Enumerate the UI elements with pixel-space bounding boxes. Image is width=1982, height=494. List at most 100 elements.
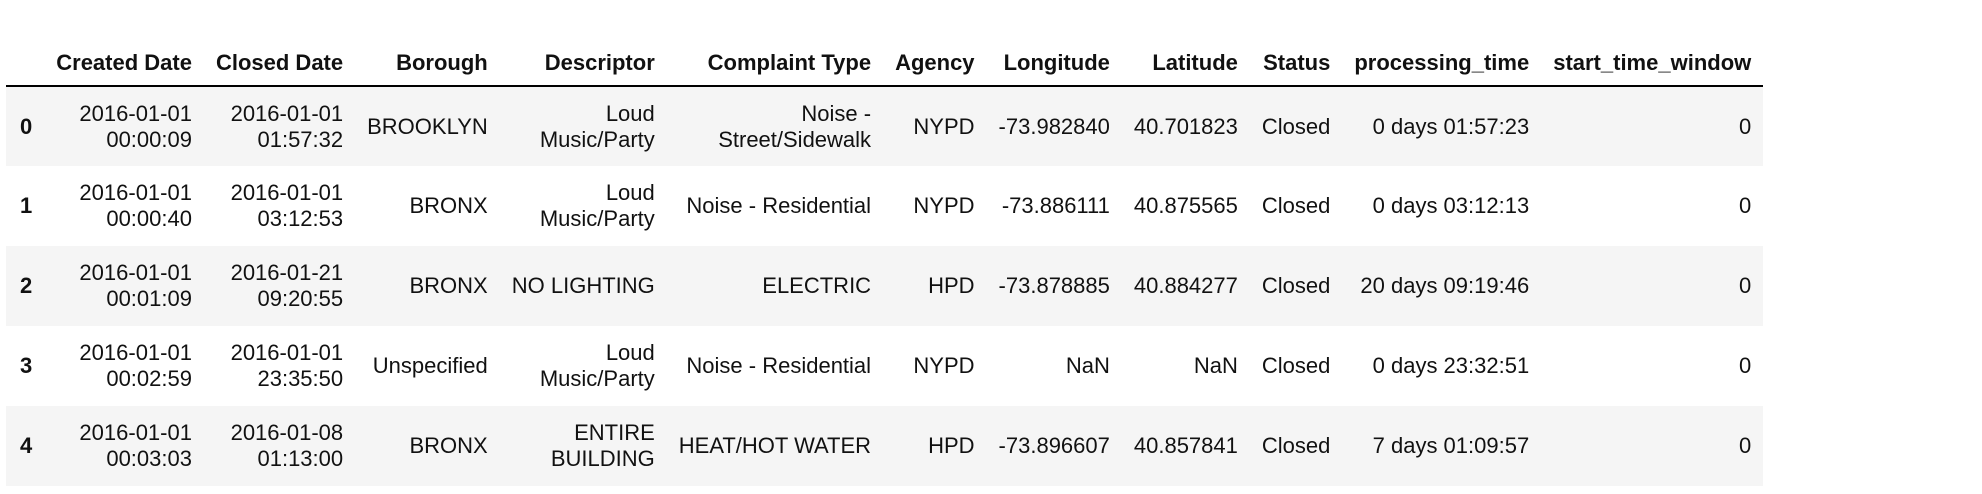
status-cell: Closed [1261, 113, 1331, 139]
complaint-type-line-1: HEAT/HOT WATER [678, 433, 872, 458]
complaint-type-cell: Noise - Residential [667, 166, 883, 246]
start-time-window-cell: 0 [1739, 353, 1752, 378]
closed-date-time: 09:20:55 [257, 286, 344, 311]
complaint-type-line-1: Noise - Residential [686, 353, 872, 378]
complaint-type-cell: HEAT/HOT WATER [667, 406, 883, 486]
latitude-cell: 40.884277 [1133, 273, 1238, 298]
created-date-day: 2016-01-01 [79, 260, 192, 285]
complaint-type-line-1: Noise - [801, 100, 872, 126]
start-time-window-cell: 0 [1739, 273, 1752, 298]
agency-cell: HPD [928, 273, 975, 298]
descriptor-cell: ENTIRE BUILDING [500, 406, 667, 486]
processing-time-cell: 20 days 09:19:46 [1360, 273, 1530, 298]
table-row: 0 2016-01-01 00:00:09 2016-01-01 01:57:3… [6, 86, 1764, 166]
start-time-window-cell: 0 [1739, 113, 1752, 139]
table-row: 1 2016-01-01 00:00:40 2016-01-01 03:12:5… [6, 166, 1764, 246]
processing-time-cell: 0 days 03:12:13 [1372, 193, 1530, 218]
latitude-cell: 40.857841 [1133, 433, 1238, 458]
descriptor-cell: Loud Music/Party [500, 326, 667, 406]
processing-time-cell: 7 days 01:09:57 [1372, 433, 1530, 458]
created-date-day: 2016-01-01 [79, 420, 192, 445]
dataframe-table: Created Date Closed Date Borough Descrip… [6, 40, 1764, 486]
column-header-processing-time: processing_time [1342, 40, 1542, 87]
created-date-time: 00:02:59 [106, 366, 192, 391]
agency-cell: NYPD [913, 113, 975, 139]
start-time-window-cell: 0 [1739, 433, 1752, 458]
row-index: 2 [20, 273, 33, 298]
created-date-cell: 2016-01-01 00:01:09 [44, 246, 204, 326]
complaint-type-cell: ELECTRIC [667, 246, 883, 326]
table-header: Created Date Closed Date Borough Descrip… [6, 40, 1764, 87]
closed-date-time: 01:13:00 [257, 446, 344, 471]
borough-cell: BRONX [409, 193, 488, 218]
row-index: 1 [20, 193, 33, 218]
closed-date-cell: 2016-01-01 23:35:50 [204, 326, 355, 406]
created-date-time: 00:00:09 [106, 126, 192, 152]
closed-date-time: 01:57:32 [257, 126, 344, 152]
column-header-descriptor: Descriptor [499, 40, 667, 87]
complaint-type-line-1: ELECTRIC [762, 273, 872, 298]
descriptor-line-1: Loud [605, 100, 655, 126]
created-date-day: 2016-01-01 [79, 180, 192, 205]
created-date-cell: 2016-01-01 00:00:09 [44, 86, 204, 166]
longitude-cell: -73.896607 [998, 433, 1110, 458]
index-header [6, 40, 45, 87]
processing-time-cell: 0 days 01:57:23 [1372, 113, 1530, 139]
table-body: 0 2016-01-01 00:00:09 2016-01-01 01:57:3… [6, 86, 1764, 486]
row-index: 3 [20, 353, 33, 378]
closed-date-time: 03:12:53 [257, 206, 344, 231]
borough-cell: BROOKLYN [367, 113, 488, 139]
descriptor-line-1: Loud [605, 340, 655, 365]
created-date-cell: 2016-01-01 00:02:59 [44, 326, 204, 406]
status-cell: Closed [1261, 193, 1331, 218]
dataframe-output: Created Date Closed Date Borough Descrip… [6, 40, 1764, 486]
closed-date-time: 23:35:50 [257, 366, 344, 391]
longitude-cell: -73.886111 [1001, 193, 1110, 218]
complaint-type-cell: Noise - Residential [667, 326, 883, 406]
closed-date-day: 2016-01-01 [230, 340, 344, 365]
descriptor-cell: Loud Music/Party [500, 86, 667, 166]
row-index: 0 [20, 113, 33, 139]
descriptor-line-1: NO LIGHTING [511, 273, 655, 298]
descriptor-line-1: Loud [605, 180, 655, 205]
longitude-cell: -73.878885 [998, 273, 1110, 298]
descriptor-line-1: ENTIRE [574, 420, 655, 445]
processing-time-cell: 0 days 23:32:51 [1372, 353, 1530, 378]
start-time-window-cell: 0 [1739, 193, 1752, 218]
column-header-start-time-window: start_time_window [1541, 40, 1764, 87]
column-header-longitude: Longitude [986, 40, 1122, 87]
latitude-cell: 40.875565 [1133, 193, 1238, 218]
borough-cell: Unspecified [372, 353, 488, 378]
complaint-type-line-1: Noise - Residential [686, 193, 872, 218]
table-row: 2 2016-01-01 00:01:09 2016-01-21 09:20:5… [6, 246, 1764, 326]
header-row: Created Date Closed Date Borough Descrip… [6, 40, 1764, 87]
column-header-latitude: Latitude [1121, 40, 1250, 87]
complaint-type-line-2: Street/Sidewalk [718, 126, 872, 152]
column-header-status: Status [1249, 40, 1343, 87]
created-date-day: 2016-01-01 [79, 100, 192, 126]
created-date-time: 00:01:09 [106, 286, 192, 311]
closed-date-day: 2016-01-01 [230, 100, 344, 126]
closed-date-day: 2016-01-08 [230, 420, 344, 445]
column-header-created-date: Created Date [44, 40, 204, 87]
status-cell: Closed [1261, 433, 1331, 458]
complaint-type-cell: Noise - Street/Sidewalk [667, 86, 883, 166]
column-header-borough: Borough [355, 40, 500, 87]
column-header-complaint-type: Complaint Type [666, 40, 884, 87]
closed-date-cell: 2016-01-01 01:57:32 [204, 86, 355, 166]
created-date-day: 2016-01-01 [79, 340, 192, 365]
latitude-cell: 40.701823 [1133, 113, 1238, 139]
column-header-agency: Agency [883, 40, 987, 87]
closed-date-cell: 2016-01-01 03:12:53 [204, 166, 355, 246]
table-row: 4 2016-01-01 00:03:03 2016-01-08 01:13:0… [6, 406, 1764, 486]
status-cell: Closed [1261, 353, 1331, 378]
descriptor-line-2: Music/Party [539, 366, 655, 391]
agency-cell: HPD [928, 433, 975, 458]
created-date-time: 00:00:40 [106, 206, 192, 231]
created-date-cell: 2016-01-01 00:03:03 [44, 406, 204, 486]
latitude-cell: NaN [1193, 353, 1238, 378]
closed-date-cell: 2016-01-21 09:20:55 [204, 246, 355, 326]
descriptor-cell: Loud Music/Party [500, 166, 667, 246]
closed-date-day: 2016-01-01 [230, 180, 344, 205]
closed-date-day: 2016-01-21 [230, 260, 344, 285]
